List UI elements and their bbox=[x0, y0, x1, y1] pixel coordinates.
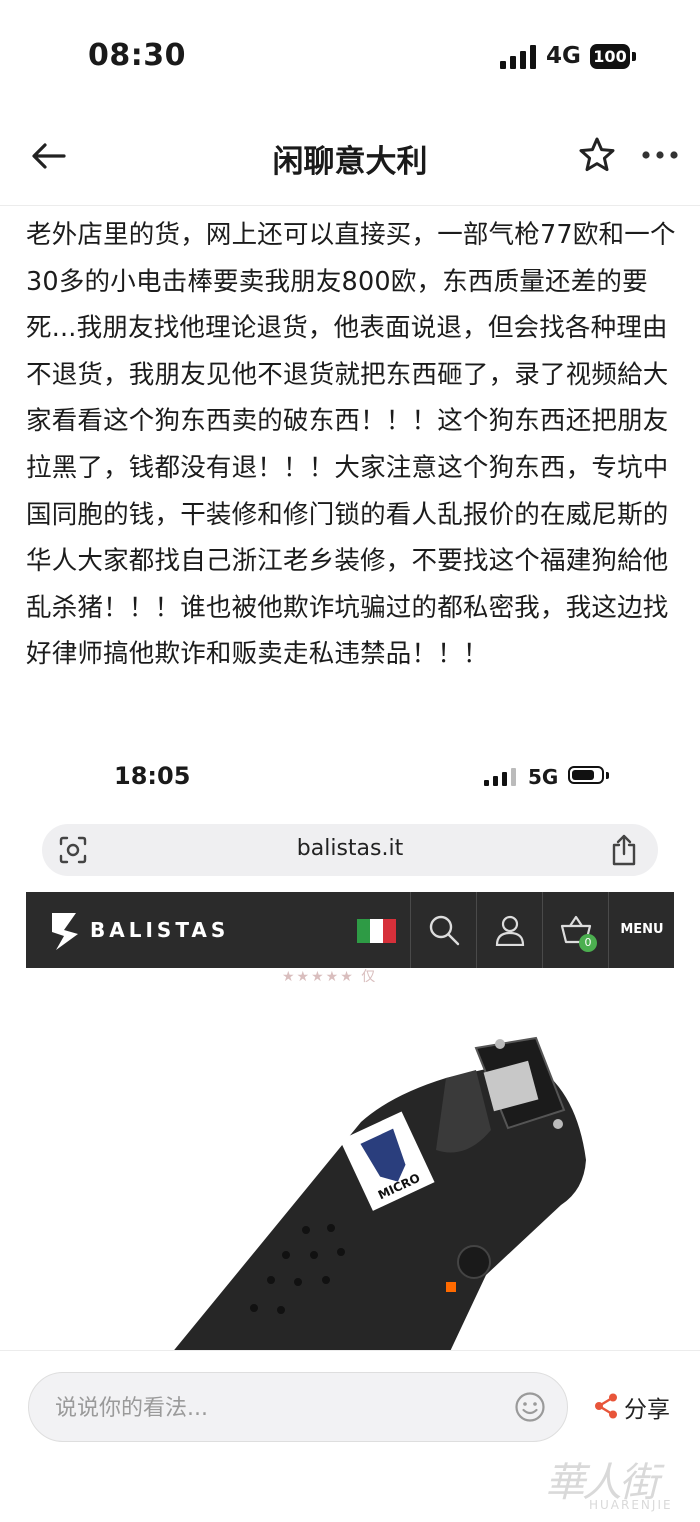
more-options-icon[interactable] bbox=[640, 140, 680, 170]
battery-level: 100 bbox=[590, 44, 630, 69]
network-type: 4G bbox=[546, 43, 581, 69]
embedded-battery-icon bbox=[568, 766, 612, 786]
share-upload-icon bbox=[612, 834, 636, 866]
embedded-menu-button: MENU bbox=[608, 892, 674, 968]
page-title: 闲聊意大利 bbox=[272, 144, 428, 180]
embedded-signal-icon bbox=[484, 768, 516, 786]
battery-icon: 100 bbox=[590, 44, 636, 69]
italy-flag-icon bbox=[357, 919, 396, 943]
search-icon bbox=[429, 915, 460, 946]
embedded-url-text: balistas.it bbox=[296, 836, 404, 861]
embedded-network-type: 5G bbox=[528, 765, 559, 789]
rating-stars-fragment: ★★★★★ 仅 bbox=[282, 969, 378, 985]
cart-count-badge: 0 bbox=[579, 934, 597, 952]
embedded-cart-button: 0 bbox=[542, 892, 609, 968]
signal-icon bbox=[500, 45, 536, 69]
huarenjie-watermark: 華人街 HUARENJIE bbox=[545, 1450, 695, 1516]
embedded-url-bar: balistas.it bbox=[42, 824, 658, 876]
post-body-text: 老外店里的货，网上还可以直接买，一部气枪77欧和一个30多的小电击棒要卖我朋友8… bbox=[26, 220, 676, 670]
embedded-search-button bbox=[410, 892, 477, 968]
embedded-site-header: BALISTAS 0 MENU bbox=[26, 892, 674, 968]
status-bar: 08:30 4G 100 bbox=[0, 0, 700, 110]
emoji-icon[interactable] bbox=[514, 1391, 546, 1423]
balistas-logo-icon bbox=[52, 913, 78, 950]
embedded-status-time: 18:05 bbox=[114, 762, 191, 790]
post-image[interactable]: 18:05 5G balistas.it BALISTAS 0 MENU ★★★… bbox=[26, 740, 674, 1350]
share-button[interactable]: 分享 bbox=[594, 1387, 684, 1427]
nav-bar: 闲聊意大利 bbox=[0, 110, 700, 206]
share-icon bbox=[595, 1393, 617, 1419]
brand-name: BALISTAS bbox=[90, 918, 230, 942]
stun-gun-product-image: MICRO bbox=[174, 1036, 586, 1350]
watermark-sub: HUARENJIE bbox=[589, 1498, 673, 1512]
back-arrow-icon[interactable] bbox=[30, 140, 68, 172]
status-time: 08:30 bbox=[88, 38, 186, 73]
comment-input[interactable] bbox=[53, 1387, 497, 1429]
embedded-account-button bbox=[476, 892, 543, 968]
favorite-star-icon[interactable] bbox=[578, 136, 616, 174]
comment-box[interactable] bbox=[28, 1372, 568, 1442]
user-icon bbox=[495, 915, 525, 946]
share-label: 分享 bbox=[624, 1397, 670, 1423]
